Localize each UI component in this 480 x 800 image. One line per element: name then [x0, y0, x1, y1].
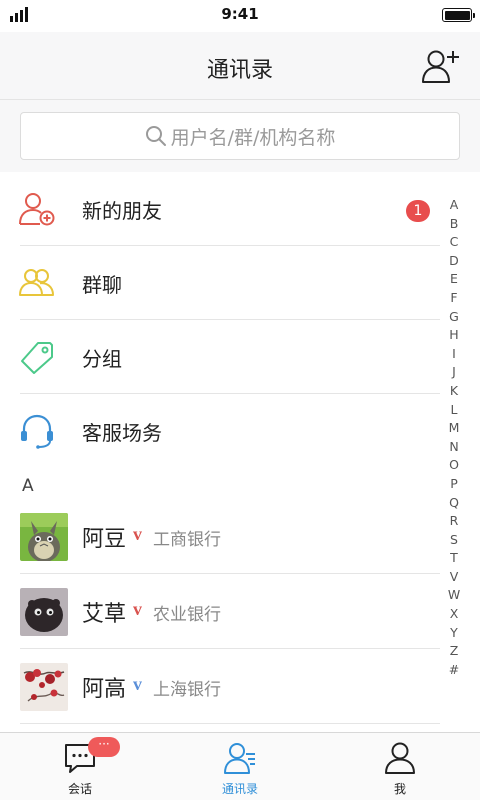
- divider: [20, 723, 440, 724]
- alphabet-index-letter[interactable]: W: [444, 586, 464, 605]
- menu-item-new-friends[interactable]: 新的朋友 1: [0, 172, 440, 246]
- alphabet-index-letter[interactable]: R: [444, 512, 464, 531]
- alphabet-index-letter[interactable]: K: [444, 382, 464, 401]
- alphabet-index-letter[interactable]: S: [444, 531, 464, 550]
- add-contact-icon[interactable]: [420, 48, 460, 84]
- nav-header: 通讯录: [0, 32, 480, 100]
- alphabet-index-letter[interactable]: Z: [444, 642, 464, 661]
- alphabet-index-letter[interactable]: N: [444, 438, 464, 457]
- alphabet-index-letter[interactable]: V: [444, 568, 464, 587]
- menu-item-label: 新的朋友: [82, 199, 162, 223]
- group-chat-icon: [19, 269, 54, 296]
- tab-contacts[interactable]: 通讯录: [160, 733, 320, 800]
- contact-item[interactable]: 艾草 v 农业银行: [0, 575, 440, 649]
- alphabet-index-letter[interactable]: #: [444, 661, 464, 680]
- menu-item-label: 群聊: [82, 273, 122, 297]
- alphabet-index-letter[interactable]: E: [444, 270, 464, 289]
- contact-organization: 农业银行: [153, 605, 221, 625]
- profile-icon: [385, 742, 415, 774]
- status-time: 9:41: [221, 5, 259, 23]
- alphabet-index-letter[interactable]: I: [444, 345, 464, 364]
- contact-name: 艾草: [82, 602, 127, 627]
- tab-me[interactable]: 我: [320, 733, 480, 800]
- alphabet-index-letter[interactable]: B: [444, 215, 464, 234]
- divider: [20, 648, 440, 649]
- alphabet-index-letter[interactable]: H: [444, 326, 464, 345]
- battery-icon: [442, 8, 475, 22]
- contact-organization: 上海银行: [153, 680, 221, 700]
- divider: [20, 573, 440, 574]
- alphabet-index-letter[interactable]: A: [444, 196, 464, 215]
- contact-name: 阿高: [82, 677, 127, 702]
- alphabet-index-letter[interactable]: O: [444, 456, 464, 475]
- alphabet-index-letter[interactable]: Y: [444, 624, 464, 643]
- tab-chats[interactable]: ··· 会话: [0, 733, 160, 800]
- menu-item-group-chat[interactable]: 群聊: [0, 246, 440, 320]
- alphabet-index-letter[interactable]: C: [444, 233, 464, 252]
- avatar: [20, 513, 68, 561]
- verified-badge: v: [133, 524, 142, 544]
- headset-icon: [21, 414, 53, 449]
- alphabet-index-letter[interactable]: T: [444, 549, 464, 568]
- menu-item-customer-service[interactable]: 客服场务: [0, 394, 440, 468]
- contact-organization: 工商银行: [153, 530, 221, 550]
- menu-item-label: 客服场务: [82, 421, 162, 445]
- menu-item-groups[interactable]: 分组: [0, 320, 440, 394]
- verified-badge: v: [133, 674, 142, 694]
- search-input[interactable]: 用户名/群/机构名称: [20, 112, 460, 160]
- alphabet-index-letter[interactable]: Q: [444, 494, 464, 513]
- avatar: [20, 663, 68, 711]
- alphabet-index-letter[interactable]: X: [444, 605, 464, 624]
- alphabet-index[interactable]: A B C D E F G H I J K L M N O P Q R S T V W X Y Z #: [444, 196, 464, 679]
- status-bar: 9:41: [0, 0, 480, 32]
- tag-icon: [21, 342, 53, 374]
- section-header-letter: A: [22, 476, 34, 496]
- contact-name: 阿豆: [82, 527, 127, 552]
- alphabet-index-letter[interactable]: M: [444, 419, 464, 438]
- tab-bar: ··· 会话 通讯录 我: [0, 732, 480, 800]
- search-icon: [145, 126, 166, 146]
- alphabet-index-letter[interactable]: G: [444, 308, 464, 327]
- chat-badge: ···: [88, 737, 120, 757]
- alphabet-index-letter[interactable]: L: [444, 401, 464, 420]
- search-area: 用户名/群/机构名称: [0, 100, 480, 172]
- alphabet-index-letter[interactable]: P: [444, 475, 464, 494]
- tab-label: 我: [393, 782, 406, 796]
- new-friend-icon: [19, 193, 55, 226]
- verified-badge: v: [133, 599, 142, 619]
- tab-label: 会话: [67, 782, 92, 796]
- avatar: [20, 588, 68, 636]
- alphabet-index-letter[interactable]: F: [444, 289, 464, 308]
- alphabet-index-letter[interactable]: J: [444, 363, 464, 382]
- contact-item[interactable]: 阿高 v 上海银行: [0, 650, 440, 724]
- contact-item[interactable]: 阿豆 v 工商银行: [0, 500, 440, 574]
- tab-label: 通讯录: [221, 782, 258, 796]
- page-title: 通讯录: [206, 58, 273, 83]
- contacts-icon: [224, 743, 255, 774]
- new-friends-badge: 1: [406, 200, 430, 222]
- search-placeholder: 用户名/群/机构名称: [170, 126, 336, 149]
- menu-item-label: 分组: [82, 347, 122, 371]
- alphabet-index-letter[interactable]: D: [444, 252, 464, 271]
